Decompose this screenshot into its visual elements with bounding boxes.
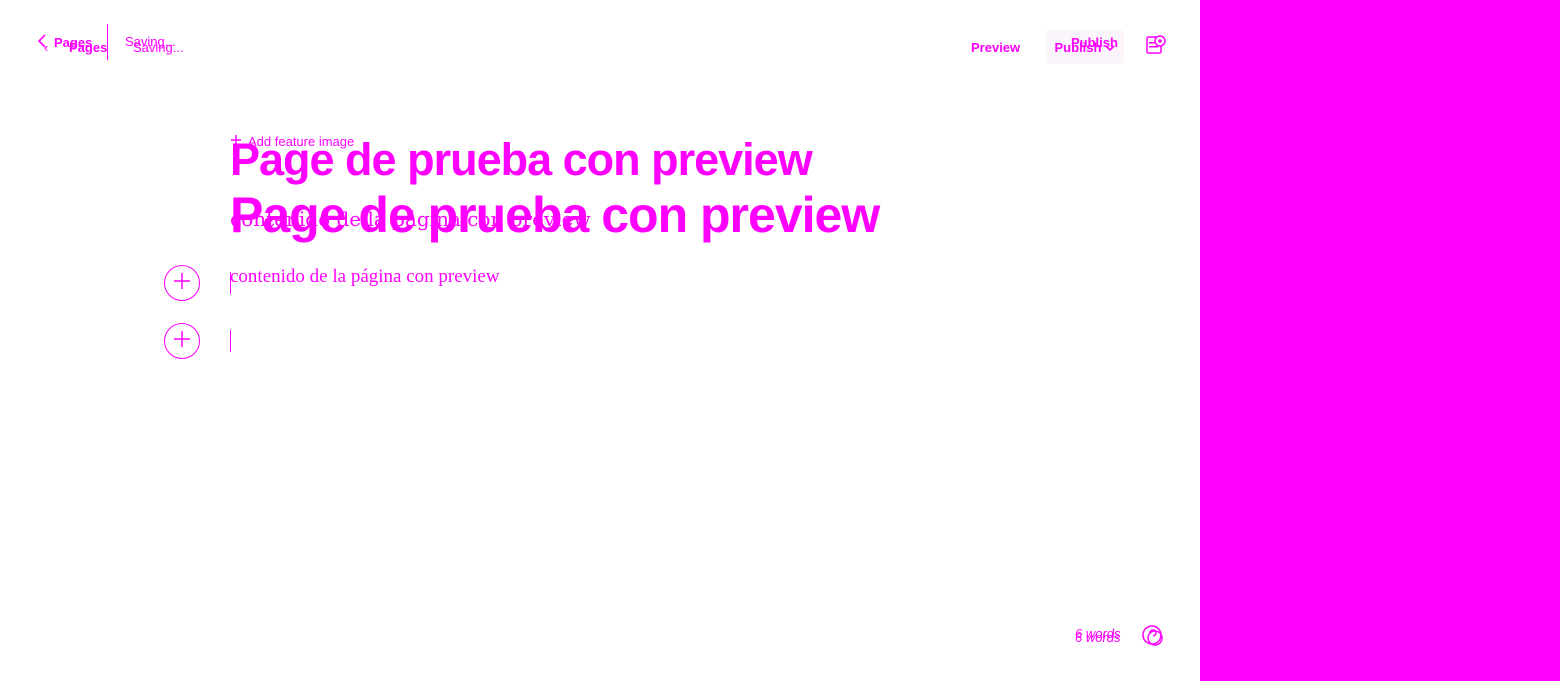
empty-line-caret[interactable] [230, 330, 231, 352]
settings-side-panel [1200, 0, 1560, 681]
editor-area: Pages Pages ‹ Saving... Saving... Previe… [0, 0, 1200, 681]
page-title-ghost: Page de prueba con preview [230, 134, 813, 185]
body-text-ghost: contenido de la página con preview [230, 207, 591, 231]
word-count-ghost: 6 words [1075, 630, 1121, 645]
back-link-label-ghost: Pages [69, 40, 108, 55]
plus-icon [173, 330, 191, 353]
settings-panel-icon [1145, 35, 1169, 60]
publish-label-ghost: Publish [1071, 35, 1118, 50]
nav-divider [107, 24, 108, 60]
add-card-button[interactable] [164, 265, 200, 301]
help-button[interactable] [1141, 624, 1165, 648]
plus-icon [173, 272, 191, 295]
preview-button[interactable]: Preview [962, 30, 1030, 64]
body-paragraph[interactable]: contenido de la página con preview [230, 266, 500, 288]
chevron-left-icon: ‹ [44, 40, 49, 55]
settings-panel-button[interactable] [1145, 32, 1169, 56]
save-status-ghost: Saving... [133, 40, 184, 55]
add-card-button-empty-line[interactable] [164, 323, 200, 359]
help-icon [1141, 625, 1165, 652]
preview-button-label: Preview [971, 39, 1021, 55]
